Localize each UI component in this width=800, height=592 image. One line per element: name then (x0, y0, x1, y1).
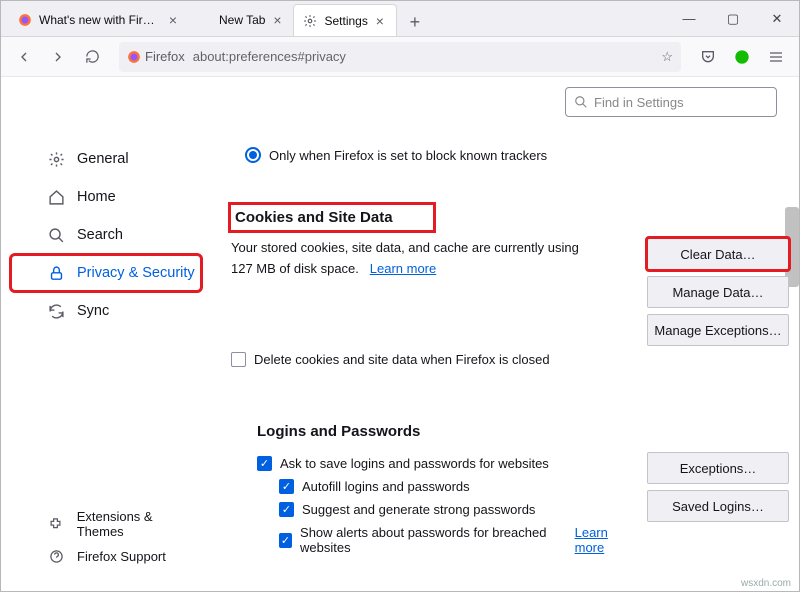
sidebar-item-label: Home (77, 189, 116, 205)
suggest-passwords-checkbox[interactable]: ✓ Suggest and generate strong passwords (279, 502, 631, 517)
reload-button[interactable] (77, 42, 107, 72)
checkbox-icon: ✓ (279, 479, 294, 494)
cookies-title: Cookies and Site Data (231, 205, 433, 230)
sidebar-item-label: Sync (77, 303, 109, 319)
sidebar-item-label: Search (77, 227, 123, 243)
sidebar-item-label: Privacy & Security (77, 265, 195, 281)
checkbox-icon: ✓ (257, 456, 272, 471)
sidebar-item-label: Extensions & Themes (77, 509, 201, 539)
close-icon[interactable]: × (372, 13, 388, 29)
star-icon[interactable]: ☆ (661, 49, 673, 65)
identity-label: Firefox (145, 49, 185, 64)
search-icon (47, 226, 65, 244)
sidebar-item-home[interactable]: Home (11, 179, 201, 215)
content-area: Find in Settings General Home Search Pri… (1, 77, 799, 591)
tab-label: What's new with Firefox - M (39, 13, 161, 27)
minimize-button[interactable]: — (667, 1, 711, 37)
new-tab-button[interactable]: + (401, 8, 429, 36)
tracking-radio-row[interactable]: Only when Firefox is set to block known … (245, 147, 787, 163)
manage-data-button[interactable]: Manage Data… (647, 276, 789, 308)
identity-box: Firefox (127, 49, 185, 64)
radio-icon (245, 147, 261, 163)
help-icon (47, 547, 65, 565)
sidebar-item-privacy[interactable]: Privacy & Security (11, 255, 201, 291)
gear-icon (302, 13, 318, 29)
back-button[interactable] (9, 42, 39, 72)
home-icon (47, 188, 65, 206)
logins-section: Logins and Passwords ✓ Ask to save login… (257, 423, 787, 563)
titlebar: What's new with Firefox - M × New Tab × … (1, 1, 799, 37)
manage-exceptions-button[interactable]: Manage Exceptions… (647, 314, 789, 346)
sidebar-item-label: Firefox Support (77, 549, 166, 564)
checkbox-label: Show alerts about passwords for breached… (300, 525, 555, 555)
watermark: wsxdn.com (741, 578, 791, 589)
menu-icon[interactable] (761, 42, 791, 72)
search-icon (574, 95, 588, 109)
tab-label: Settings (324, 14, 367, 28)
maximize-button[interactable]: ▢ (711, 1, 755, 37)
firefox-icon (127, 50, 141, 64)
tab-strip: What's new with Firefox - M × New Tab × … (1, 1, 429, 36)
exceptions-button[interactable]: Exceptions… (647, 452, 789, 484)
firefox-icon (17, 12, 33, 28)
forward-button[interactable] (43, 42, 73, 72)
checkbox-icon (231, 352, 246, 367)
sidebar-item-support[interactable]: Firefox Support (11, 541, 201, 571)
delete-on-close-checkbox[interactable]: Delete cookies and site data when Firefo… (231, 352, 787, 367)
search-placeholder: Find in Settings (594, 95, 684, 110)
window-controls: — ▢ ✕ (667, 1, 799, 37)
pocket-icon[interactable] (693, 42, 723, 72)
close-window-button[interactable]: ✕ (755, 1, 799, 37)
sidebar-item-general[interactable]: General (11, 141, 201, 177)
tab-label: New Tab (219, 13, 265, 27)
checkbox-label: Autofill logins and passwords (302, 479, 470, 494)
clear-data-button[interactable]: Clear Data… (647, 238, 789, 270)
close-icon[interactable]: × (269, 12, 285, 28)
puzzle-icon (47, 515, 65, 533)
cookies-description: Your stored cookies, site data, and cach… (231, 238, 591, 280)
tab-settings[interactable]: Settings × (293, 4, 396, 36)
checkbox-label: Suggest and generate strong passwords (302, 502, 535, 517)
autofill-logins-checkbox[interactable]: ✓ Autofill logins and passwords (279, 479, 631, 494)
learn-more-link[interactable]: Learn more (370, 261, 436, 276)
url-text: about:preferences#privacy (193, 49, 662, 64)
url-bar[interactable]: Firefox about:preferences#privacy ☆ (119, 42, 681, 72)
sidebar: General Home Search Privacy & Security S… (1, 77, 211, 591)
breach-alerts-checkbox[interactable]: ✓ Show alerts about passwords for breach… (279, 525, 631, 555)
settings-search[interactable]: Find in Settings (565, 87, 777, 117)
sidebar-item-extensions[interactable]: Extensions & Themes (11, 509, 201, 539)
sync-icon (47, 302, 65, 320)
logins-title: Logins and Passwords (257, 423, 787, 440)
checkbox-icon: ✓ (279, 502, 294, 517)
settings-main: Only when Firefox is set to block known … (231, 133, 787, 591)
gear-icon (47, 150, 65, 168)
lock-icon (47, 264, 65, 282)
checkbox-label: Delete cookies and site data when Firefo… (254, 352, 550, 367)
blank-icon (197, 12, 213, 28)
nav-toolbar: Firefox about:preferences#privacy ☆ (1, 37, 799, 77)
radio-label: Only when Firefox is set to block known … (269, 148, 547, 163)
checkbox-label: Ask to save logins and passwords for web… (280, 456, 549, 471)
sidebar-item-label: General (77, 151, 129, 167)
sidebar-item-sync[interactable]: Sync (11, 293, 201, 329)
learn-more-link[interactable]: Learn more (575, 525, 631, 555)
tab-new-tab[interactable]: New Tab × (189, 4, 293, 36)
sidebar-item-search[interactable]: Search (11, 217, 201, 253)
cookies-section: Cookies and Site Data Your stored cookie… (231, 205, 787, 367)
ask-save-logins-checkbox[interactable]: ✓ Ask to save logins and passwords for w… (257, 456, 631, 471)
saved-logins-button[interactable]: Saved Logins… (647, 490, 789, 522)
account-icon[interactable] (727, 42, 757, 72)
tab-whats-new[interactable]: What's new with Firefox - M × (9, 4, 189, 36)
checkbox-icon: ✓ (279, 533, 292, 548)
close-icon[interactable]: × (165, 12, 181, 28)
